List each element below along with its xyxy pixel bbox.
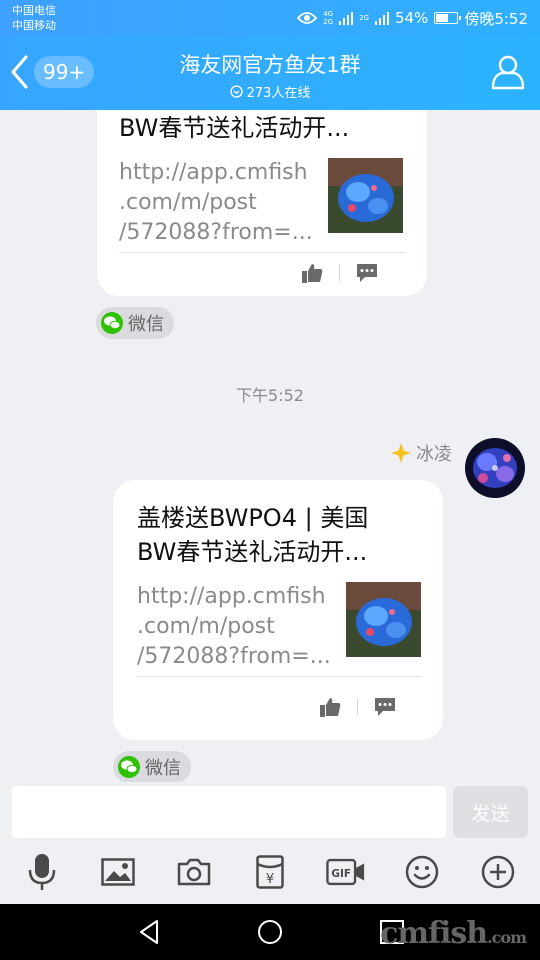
online-count: 273人在线 xyxy=(140,82,400,101)
title-area[interactable]: 海友网官方鱼友1群 273人在线 xyxy=(140,49,400,101)
link-title: BW春节送礼活动开... xyxy=(119,114,350,142)
link-url-3: /572088?from=... xyxy=(137,644,331,669)
card-divider xyxy=(137,676,421,677)
source-label: 微信 xyxy=(145,758,181,779)
gif-button[interactable]: GIF xyxy=(326,852,366,892)
nav-home-icon[interactable] xyxy=(256,918,284,946)
link-url-2: .com/m/post xyxy=(119,190,257,215)
net-label-4g: 4G xyxy=(323,10,334,18)
gif-icon: GIF xyxy=(326,858,365,886)
message-input[interactable] xyxy=(12,786,446,838)
source-label: 微信 xyxy=(128,314,164,335)
battery-percent: 54% xyxy=(394,9,429,27)
wechat-icon xyxy=(101,312,123,334)
group-title: 海友网官方鱼友1群 xyxy=(179,53,361,77)
carrier-2: 中国移动 xyxy=(12,19,56,32)
link-url-3: /572088?from=... xyxy=(119,220,313,245)
red-packet-icon: ¥ xyxy=(256,855,284,889)
voice-button[interactable] xyxy=(22,852,62,892)
online-count-text: 273人在线 xyxy=(246,86,311,101)
carrier-1: 中国电信 xyxy=(12,4,56,17)
online-status-icon xyxy=(229,85,243,98)
watermark: cmfish.com xyxy=(380,916,527,951)
svg-text:¥: ¥ xyxy=(266,872,274,887)
group-profile-icon[interactable] xyxy=(488,52,528,92)
avatar[interactable] xyxy=(465,438,525,498)
wechat-icon xyxy=(118,756,140,778)
toolbar: ¥ GIF xyxy=(0,850,540,894)
card-divider xyxy=(119,252,405,253)
thumbs-up-icon[interactable] xyxy=(319,696,341,718)
image-button[interactable] xyxy=(98,852,138,892)
red-packet-button[interactable]: ¥ xyxy=(250,852,290,892)
watermark-main: cmfish xyxy=(380,916,488,951)
thumbs-up-icon[interactable] xyxy=(301,262,323,284)
network-type-2: 2G xyxy=(359,14,369,22)
chat-header: 99+ 海友网官方鱼友1群 273人在线 xyxy=(0,36,540,110)
network-type-1: 4G 2G xyxy=(323,10,333,26)
back-button[interactable]: 99+ xyxy=(8,54,95,90)
link-title-line1: 盖楼送BWPO4 | 美国 xyxy=(137,504,369,532)
card-actions xyxy=(301,262,378,284)
unread-badge: 99+ xyxy=(34,56,95,88)
link-thumbnail xyxy=(328,158,403,233)
action-separator xyxy=(357,698,358,716)
card-actions xyxy=(319,696,396,718)
eye-icon xyxy=(297,12,318,24)
link-card[interactable]: 盖楼送BWPO4 | 美国 BW春节送礼活动开... http://app.cm… xyxy=(113,480,443,740)
action-separator xyxy=(339,264,340,282)
signal-icon-2 xyxy=(374,11,389,25)
link-card[interactable]: BW春节送礼活动开... http://app.cmfish .com/m/po… xyxy=(97,110,427,296)
star-badge-icon xyxy=(391,443,411,463)
source-tag: 微信 xyxy=(113,751,191,782)
input-bar: 发送 ¥ GIF xyxy=(0,782,540,904)
link-title-line2: BW春节送礼活动开... xyxy=(137,538,368,566)
mic-icon xyxy=(28,854,56,890)
emoji-icon xyxy=(405,855,439,889)
nav-back-icon[interactable] xyxy=(136,918,164,946)
plus-icon xyxy=(481,855,515,889)
comment-icon[interactable] xyxy=(356,263,378,283)
link-thumbnail xyxy=(346,582,421,657)
time-divider: 下午5:52 xyxy=(236,386,304,405)
battery-icon xyxy=(434,12,462,24)
net-label-2g: 2G xyxy=(323,18,334,26)
link-url-2: .com/m/post xyxy=(137,614,275,639)
status-bar: 中国电信 中国移动 4G 2G 2G 54% 傍晚5:52 xyxy=(0,0,540,36)
link-url-1: http://app.cmfish xyxy=(137,584,326,609)
message-list[interactable]: BW春节送礼活动开... http://app.cmfish .com/m/po… xyxy=(0,110,540,782)
comment-icon[interactable] xyxy=(374,697,396,717)
watermark-suffix: .com xyxy=(487,928,527,947)
source-tag: 微信 xyxy=(96,307,174,339)
link-url-1: http://app.cmfish xyxy=(119,160,308,185)
status-indicators: 4G 2G 2G 54% 傍晚5:52 xyxy=(297,7,528,29)
back-icon xyxy=(11,55,28,89)
system-nav-bar: cmfish.com xyxy=(0,904,540,960)
sender-name-text: 冰凌 xyxy=(416,444,452,465)
image-icon xyxy=(101,858,135,886)
carrier-info: 中国电信 中国移动 xyxy=(12,3,56,33)
camera-icon xyxy=(177,858,211,886)
camera-button[interactable] xyxy=(174,852,214,892)
sender-name: 冰凌 xyxy=(390,440,452,466)
signal-icon xyxy=(339,11,354,25)
more-button[interactable] xyxy=(478,852,518,892)
send-button[interactable]: 发送 xyxy=(453,786,528,838)
clock: 傍晚5:52 xyxy=(464,9,528,28)
emoji-button[interactable] xyxy=(402,852,442,892)
svg-text:GIF: GIF xyxy=(331,868,351,880)
